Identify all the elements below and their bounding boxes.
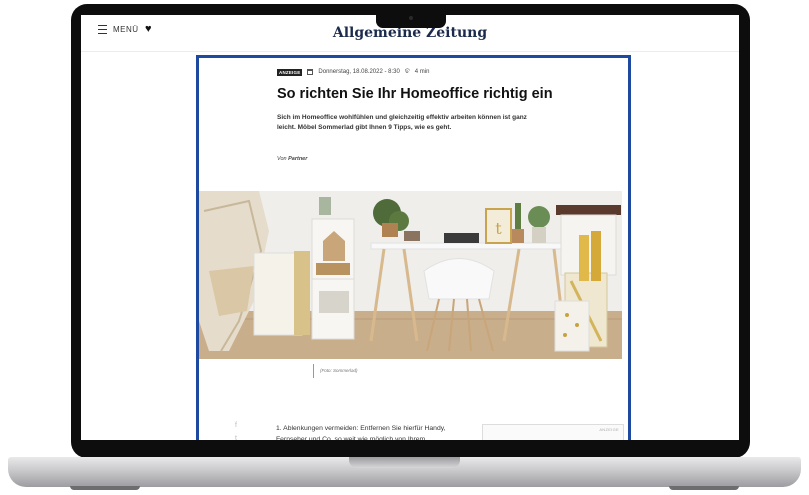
ad-label: ANZEIGE xyxy=(599,427,619,432)
laptop-screen: MENÜ ♥ Allgemeine Zeitung ANZEIGE Donner… xyxy=(81,15,739,440)
article-date: Donnerstag, 18.08.2022 - 8:30 xyxy=(318,69,400,75)
laptop-foot-right xyxy=(669,486,739,490)
article-body: 1. Ablenkungen vermeiden: Entfernen Sie … xyxy=(276,425,446,440)
byline-prefix: Von xyxy=(277,156,287,162)
article-photo: t xyxy=(199,191,622,359)
byline-author[interactable]: Partner xyxy=(288,156,307,162)
ad-badge: ANZEIGE xyxy=(277,68,303,76)
webcam xyxy=(409,16,413,20)
article-headline: So richten Sie Ihr Homeoffice richtig ei… xyxy=(277,86,553,102)
ad-box[interactable]: ANZEIGE xyxy=(482,424,624,440)
laptop-foot-left xyxy=(70,486,140,490)
read-time: 4 min xyxy=(414,69,430,75)
article-lead: Sich im Homeoffice wohlfühlen und gleich… xyxy=(277,114,527,131)
photo-credit: (Foto: Sommerlad) xyxy=(313,364,358,378)
twitter-icon[interactable]: t xyxy=(235,435,237,440)
photo-letter: t xyxy=(495,219,502,238)
byline: Von Partner xyxy=(277,156,307,162)
facebook-icon[interactable]: f xyxy=(235,422,237,429)
homeoffice-illustration: t xyxy=(199,191,622,359)
calendar-icon xyxy=(307,69,314,75)
article-meta: ANZEIGE Donnerstag, 18.08.2022 - 8:30 ଚ … xyxy=(277,68,429,76)
article-frame: ANZEIGE Donnerstag, 18.08.2022 - 8:30 ଚ … xyxy=(196,55,631,440)
glasses-icon: ଚ xyxy=(404,68,410,75)
laptop-base-groove xyxy=(349,457,460,468)
share-bar: f t xyxy=(235,422,237,440)
